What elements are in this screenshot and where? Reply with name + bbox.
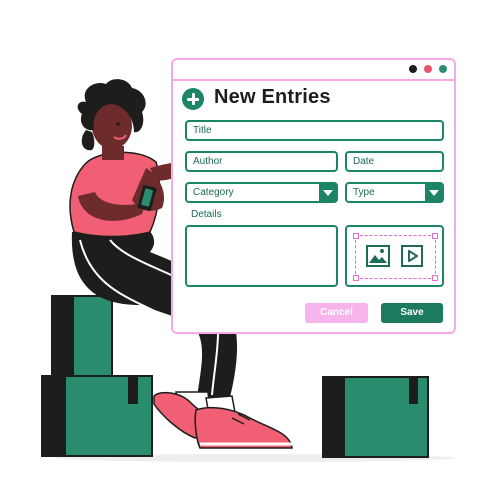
media-drop-frame[interactable] [353,233,438,281]
image-icon[interactable] [366,244,390,268]
category-field-label: Category [193,187,234,198]
illustration-scene: New Entries Title Author Date Category T… [0,0,500,500]
media-upload-area[interactable] [345,225,444,287]
resize-handle[interactable] [353,275,359,281]
page-title: New Entries [214,86,331,108]
box-stack-left [41,295,153,457]
type-select[interactable]: Type [345,182,444,203]
resize-handle[interactable] [353,233,359,239]
author-field-label: Author [193,156,223,167]
window-control-dot[interactable] [424,65,432,73]
window-titlebar [173,60,454,81]
resize-handle[interactable] [432,233,438,239]
details-textarea[interactable] [185,225,338,287]
plus-circle-icon [182,88,204,110]
dropdown-caret-icon[interactable] [425,184,442,201]
date-field-label: Date [353,156,375,167]
title-field-label: Title [193,125,212,136]
cancel-button[interactable]: Cancel [305,303,368,323]
date-input[interactable]: Date [345,151,444,172]
resize-handle[interactable] [432,275,438,281]
details-label: Details [191,209,222,220]
dropdown-caret-icon[interactable] [319,184,336,201]
category-select[interactable]: Category [185,182,338,203]
window-control-dot[interactable] [409,65,417,73]
box-right [322,376,429,458]
video-play-icon[interactable] [401,245,423,267]
new-entries-form-window: New Entries Title Author Date Category T… [171,58,456,334]
save-button[interactable]: Save [381,303,443,323]
title-input[interactable]: Title [185,120,444,141]
type-field-label: Type [353,187,375,198]
author-input[interactable]: Author [185,151,338,172]
window-control-dot[interactable] [439,65,447,73]
